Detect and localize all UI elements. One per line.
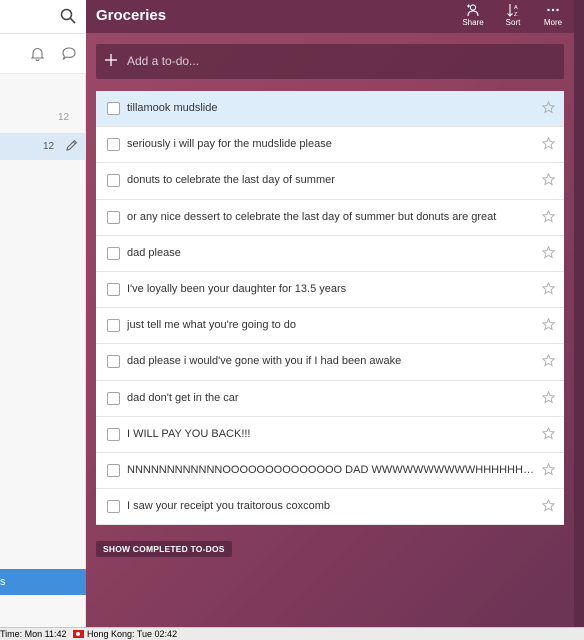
todo-item[interactable]: dad don't get in the car — [96, 380, 564, 417]
add-todo-placeholder: Add a to-do... — [127, 54, 200, 68]
inbox-count: 12 — [58, 112, 70, 123]
star-icon[interactable] — [541, 136, 556, 155]
plus-icon — [104, 53, 118, 72]
search-icon[interactable] — [60, 8, 78, 26]
sort-button[interactable]: AZ Sort — [495, 3, 531, 31]
todo-text[interactable]: just tell me what you're going to do — [127, 319, 539, 331]
star-icon[interactable] — [541, 317, 556, 336]
star-icon[interactable] — [541, 462, 556, 481]
hong-kong-time: Hong Kong: Tue 02:42 — [87, 629, 178, 639]
todo-text[interactable]: seriously i will pay for the mudslide pl… — [127, 138, 539, 150]
todo-text[interactable]: donuts to celebrate the last day of summ… — [127, 174, 539, 186]
svg-text:A: A — [514, 5, 518, 11]
todo-text[interactable]: dad don't get in the car — [127, 392, 539, 404]
star-icon[interactable] — [541, 426, 556, 445]
star-icon[interactable] — [541, 353, 556, 372]
list-header: Groceries Share AZ Sort More — [86, 0, 574, 33]
todo-checkbox[interactable] — [107, 391, 120, 405]
todo-checkbox[interactable] — [107, 102, 120, 115]
sort-icon: AZ — [495, 3, 531, 17]
sidebar-item-selected[interactable]: s — [0, 569, 86, 595]
todo-item[interactable]: donuts to celebrate the last day of summ… — [96, 163, 564, 200]
add-todo-input[interactable]: Add a to-do... — [96, 44, 564, 79]
star-icon[interactable] — [541, 100, 556, 119]
todo-checkbox[interactable] — [107, 427, 120, 441]
more-label: More — [543, 18, 563, 27]
todo-item[interactable]: I WILL PAY YOU BACK!!! — [96, 416, 564, 453]
pencil-icon[interactable] — [65, 139, 78, 157]
todo-checkbox[interactable] — [107, 319, 120, 333]
todo-text[interactable]: dad please — [127, 247, 539, 259]
todo-list: tillamook mudslide seriously i will pay f… — [96, 91, 564, 526]
todo-text[interactable]: I saw your receipt you traitorous coxcom… — [127, 500, 539, 512]
todo-checkbox[interactable] — [107, 138, 120, 152]
todo-checkbox[interactable] — [107, 463, 120, 477]
star-icon[interactable] — [541, 245, 556, 264]
add-person-icon — [455, 3, 491, 17]
sidebar-item-groceries[interactable]: 12 — [0, 133, 86, 160]
star-icon[interactable] — [541, 390, 556, 409]
show-completed-button[interactable]: SHOW COMPLETED TO-DOS — [96, 541, 232, 557]
todo-item[interactable]: or any nice dessert to celebrate the las… — [96, 199, 564, 236]
share-button[interactable]: Share — [455, 3, 491, 31]
main-panel: Groceries Share AZ Sort More Add a to-do… — [86, 0, 584, 627]
todo-item[interactable]: NNNNNNNNNNNNOOOOOOOOOOOOOO DAD WWWWWWWWW… — [96, 452, 564, 490]
todo-checkbox[interactable] — [107, 355, 120, 369]
todo-checkbox[interactable] — [107, 210, 120, 224]
todo-item[interactable]: just tell me what you're going to do — [96, 308, 564, 345]
todo-checkbox[interactable] — [107, 246, 120, 260]
sort-label: Sort — [505, 18, 521, 27]
svg-text:Z: Z — [514, 12, 518, 17]
sidebar: 12 12 s — [0, 0, 86, 627]
todo-text[interactable]: I WILL PAY YOU BACK!!! — [127, 428, 539, 440]
more-button[interactable]: More — [535, 3, 571, 31]
local-time: Time: Mon 11:42 — [0, 629, 67, 639]
star-icon[interactable] — [541, 173, 556, 191]
star-icon[interactable] — [541, 281, 556, 300]
todo-text[interactable]: tillamook mudslide — [127, 102, 539, 114]
star-icon[interactable] — [541, 498, 556, 517]
sidebar-item-label: s — [0, 576, 6, 588]
todo-text[interactable]: I've loyally been your daughter for 13.5… — [127, 283, 539, 295]
star-icon[interactable] — [541, 209, 556, 228]
todo-item[interactable]: tillamook mudslide — [96, 91, 564, 128]
taskbar: Time: Mon 11:42 Hong Kong: Tue 02:42 — [0, 627, 584, 640]
todo-checkbox[interactable] — [107, 174, 120, 188]
todo-item[interactable]: I've loyally been your daughter for 13.5… — [96, 271, 564, 309]
todo-item[interactable]: dad please i would've gone with you if I… — [96, 344, 564, 381]
todo-text[interactable]: dad please i would've gone with you if I… — [127, 355, 539, 367]
scrollbar[interactable] — [574, 0, 584, 627]
more-dots-icon — [535, 3, 571, 17]
todo-checkbox[interactable] — [107, 282, 120, 296]
share-label: Share — [462, 18, 484, 27]
sidebar-icon-row — [0, 34, 86, 74]
todo-item[interactable]: dad please — [96, 235, 564, 272]
todo-item[interactable]: seriously i will pay for the mudslide pl… — [96, 127, 564, 164]
hong-kong-flag-icon — [73, 630, 84, 638]
list-count: 12 — [43, 141, 55, 152]
bell-icon[interactable] — [30, 47, 45, 66]
todo-item[interactable]: I saw your receipt you traitorous coxcom… — [96, 489, 564, 526]
sidebar-top-bar — [0, 0, 86, 34]
page-title: Groceries — [96, 7, 167, 24]
todo-text[interactable]: or any nice dessert to celebrate the las… — [127, 211, 539, 223]
todo-checkbox[interactable] — [107, 500, 120, 514]
todo-text[interactable]: NNNNNNNNNNNNOOOOOOOOOOOOOO DAD WWWWWWWWW… — [127, 464, 539, 476]
comments-icon[interactable] — [62, 47, 76, 65]
